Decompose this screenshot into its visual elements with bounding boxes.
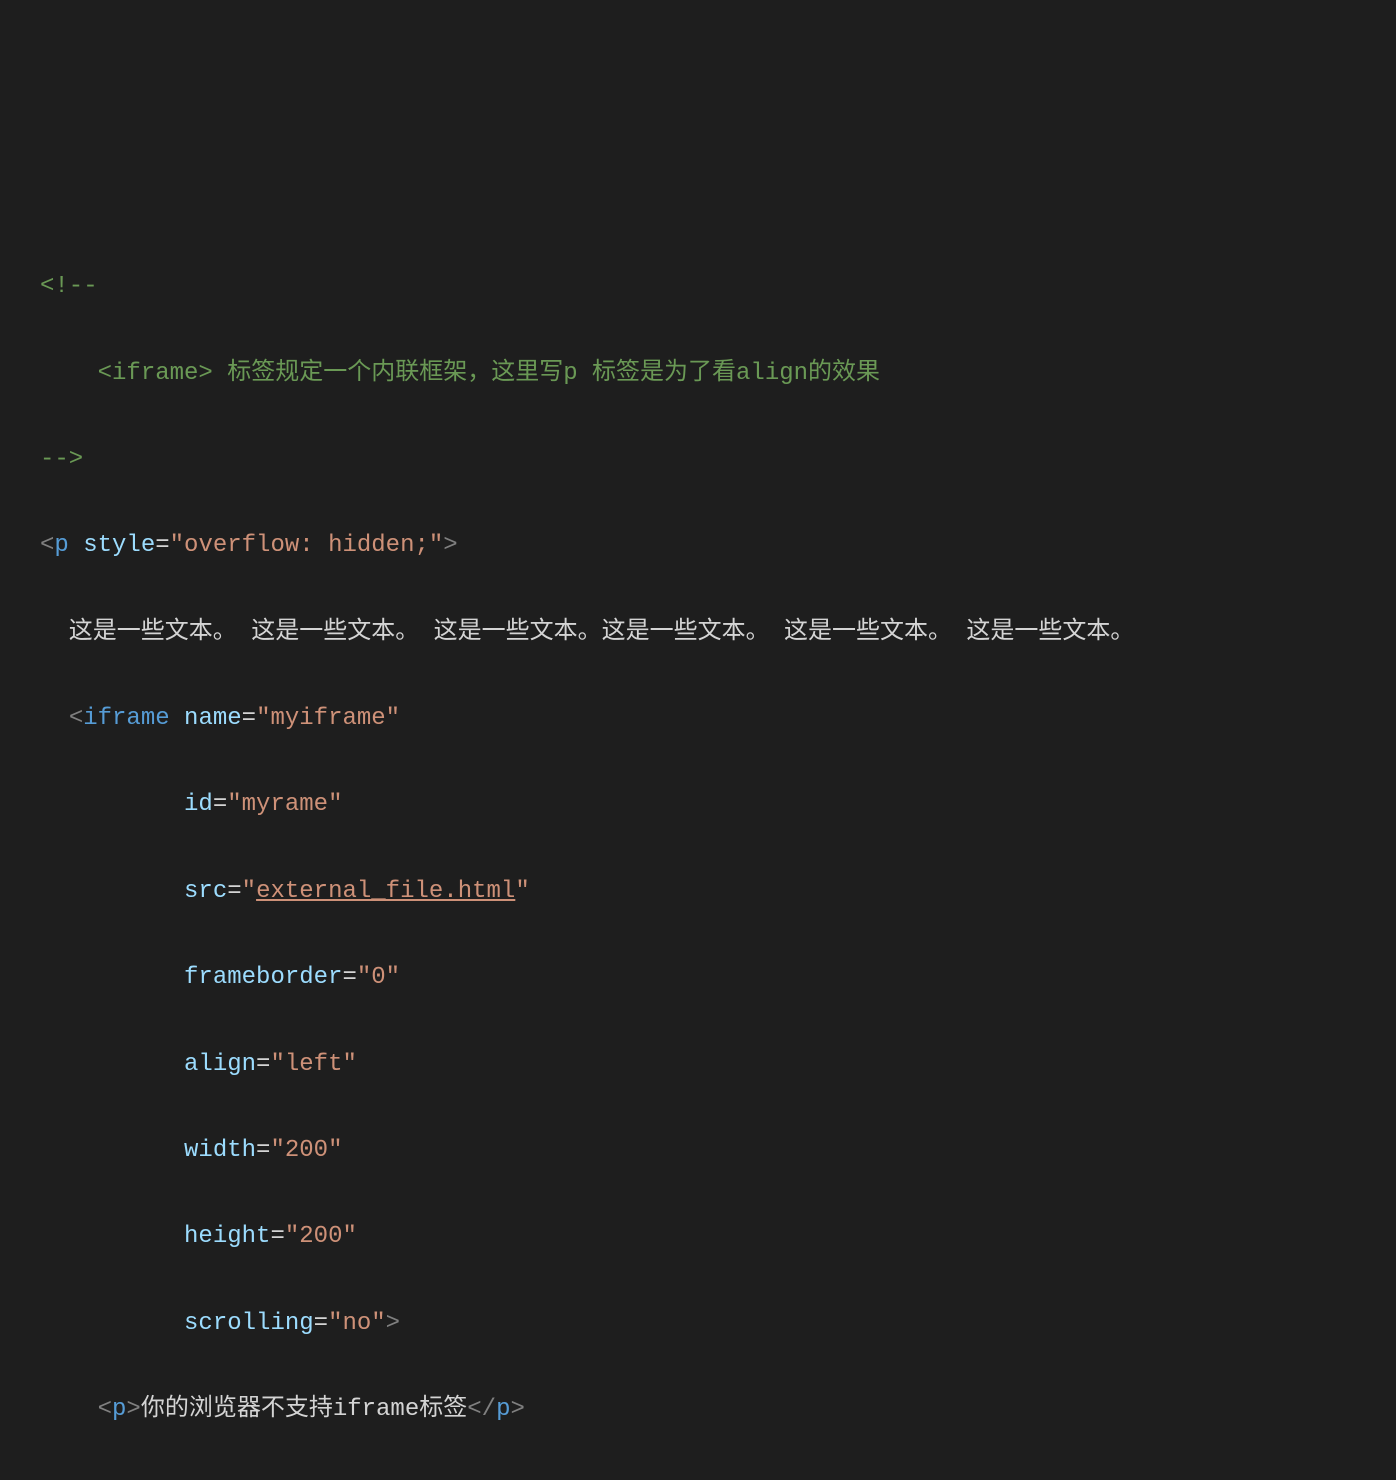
attr-value: "0" <box>357 964 400 991</box>
attr-value-quote: " <box>515 878 529 905</box>
code-line[interactable]: scrolling="no"> <box>0 1302 1396 1345</box>
attr-value: "left" <box>270 1051 356 1078</box>
code-line[interactable]: width="200" <box>0 1129 1396 1172</box>
attr-frameborder: frameborder <box>184 964 342 991</box>
text-content: 这是一些文本。 这是一些文本。 这是一些文本。这是一些文本。 这是一些文本。 这… <box>40 619 1134 646</box>
tag-bracket: < <box>98 1396 112 1423</box>
tag-bracket: > <box>126 1396 140 1423</box>
attr-value: "no" <box>328 1310 386 1337</box>
comment-open: <!-- <box>40 273 98 300</box>
code-line[interactable]: <p style="overflow: hidden;"> <box>0 524 1396 567</box>
attr-scrolling: scrolling <box>184 1310 314 1337</box>
code-line[interactable]: src="external_file.html" <box>0 870 1396 913</box>
attr-value: "200" <box>270 1137 342 1164</box>
tag-p: p <box>496 1396 510 1423</box>
tag-p: p <box>112 1396 126 1423</box>
equals: = <box>227 878 241 905</box>
attr-value: "overflow: hidden;" <box>170 532 444 559</box>
attr-style: style <box>83 532 155 559</box>
text-content: 你的浏览器不支持iframe标签 <box>141 1396 467 1423</box>
equals: = <box>155 532 169 559</box>
comment-close: --> <box>40 446 83 473</box>
equals: = <box>256 1137 270 1164</box>
attr-value: "200" <box>285 1223 357 1250</box>
code-line[interactable]: id="myrame" <box>0 783 1396 826</box>
code-line[interactable]: <p>你的浏览器不支持iframe标签</p> <box>0 1388 1396 1431</box>
code-line[interactable]: <!-- <box>0 265 1396 308</box>
attr-value: "myiframe" <box>256 705 400 732</box>
attr-align: align <box>184 1051 256 1078</box>
code-line[interactable]: <iframe name="myiframe" <box>0 697 1396 740</box>
code-line[interactable]: align="left" <box>0 1043 1396 1086</box>
code-line[interactable]: </iframe> <box>0 1474 1396 1480</box>
attr-value-link[interactable]: external_file.html <box>256 878 515 905</box>
tag-bracket: > <box>386 1310 400 1337</box>
attr-height: height <box>184 1223 270 1250</box>
tag-bracket: < <box>40 532 54 559</box>
code-editor[interactable]: <!-- <iframe> 标签规定一个内联框架，这里写p 标签是为了看alig… <box>0 173 1396 1480</box>
tag-bracket: > <box>443 532 457 559</box>
tag-bracket: </ <box>467 1396 496 1423</box>
code-line[interactable]: frameborder="0" <box>0 956 1396 999</box>
equals: = <box>213 791 227 818</box>
attr-src: src <box>184 878 227 905</box>
attr-name: name <box>184 705 242 732</box>
comment-text: <iframe> 标签规定一个内联框架，这里写p 标签是为了看align的效果 <box>40 360 880 387</box>
attr-id: id <box>184 791 213 818</box>
tag-bracket: < <box>69 705 83 732</box>
equals: = <box>270 1223 284 1250</box>
code-line[interactable]: --> <box>0 438 1396 481</box>
code-line[interactable]: 这是一些文本。 这是一些文本。 这是一些文本。这是一些文本。 这是一些文本。 这… <box>0 611 1396 654</box>
equals: = <box>342 964 356 991</box>
code-line[interactable]: <iframe> 标签规定一个内联框架，这里写p 标签是为了看align的效果 <box>0 352 1396 395</box>
code-area[interactable]: <!-- <iframe> 标签规定一个内联框架，这里写p 标签是为了看alig… <box>0 216 1396 1480</box>
attr-value-quote: " <box>242 878 256 905</box>
tag-bracket: > <box>510 1396 524 1423</box>
attr-width: width <box>184 1137 256 1164</box>
equals: = <box>314 1310 328 1337</box>
tag-p: p <box>54 532 68 559</box>
code-line[interactable]: height="200" <box>0 1215 1396 1258</box>
equals: = <box>242 705 256 732</box>
tag-iframe: iframe <box>83 705 169 732</box>
attr-value: "myrame" <box>227 791 342 818</box>
equals: = <box>256 1051 270 1078</box>
